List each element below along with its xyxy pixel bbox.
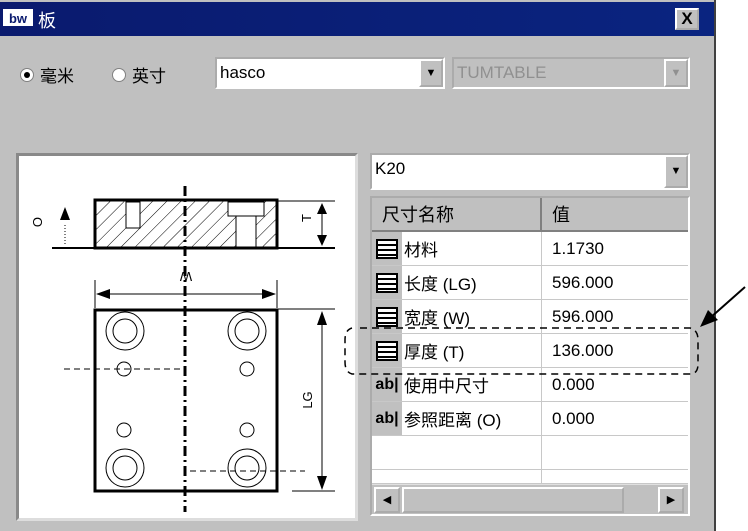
- highlight-box: [344, 327, 699, 375]
- arrow-line: [709, 286, 746, 319]
- annotation-overlay: [344, 286, 746, 375]
